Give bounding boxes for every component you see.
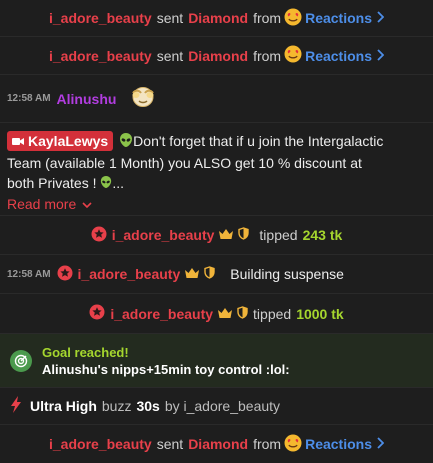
gift-notification: i_adore_beauty sent Diamond from Reactio…: [0, 37, 433, 75]
camera-icon: [12, 131, 24, 151]
gift-notification: i_adore_beauty sent Diamond from Reactio…: [0, 425, 433, 463]
crown-icon: [218, 227, 234, 243]
buzz-word: buzz: [101, 398, 132, 414]
tip-notification: i_adore_beauty tipped 1000 tk: [0, 294, 433, 334]
announcement-message: KaylaLewys Don't forget that if u join t…: [0, 123, 433, 216]
broadcaster-name: KaylaLewys: [28, 133, 109, 149]
shield-icon: [237, 305, 248, 322]
buzz-by-user: by i_adore_beauty: [164, 398, 281, 414]
gift-notification: i_adore_beauty sent Diamond from Reactio…: [0, 0, 433, 37]
user-level-badge-icon: [57, 265, 73, 284]
shield-icon: [204, 266, 215, 282]
tip-notification: i_adore_beauty tipped 243 tk: [0, 216, 433, 255]
read-more-button[interactable]: Read more: [7, 194, 92, 214]
chevron-down-icon: [82, 194, 92, 214]
broadcaster-badge[interactable]: KaylaLewys: [7, 131, 114, 151]
heart-eyes-emoji-icon: [284, 45, 302, 66]
gift-from: from: [253, 10, 282, 26]
goal-reached-notification: Goal reached! Alinushu's nipps+15min toy…: [0, 334, 433, 388]
crown-icon: [184, 266, 200, 282]
buzz-notification: Ultra High buzz 30s by i_adore_beauty: [0, 388, 433, 425]
chevron-right-icon[interactable]: [376, 10, 385, 26]
chat-feed: i_adore_beauty sent Diamond from Reactio…: [0, 0, 433, 463]
message-line-3: both Privates !: [7, 174, 97, 191]
gift-from: from: [253, 47, 282, 64]
reactions-link[interactable]: Reactions: [305, 48, 372, 64]
username[interactable]: i_adore_beauty: [78, 266, 181, 282]
gift-from: from: [253, 436, 282, 452]
timestamp: 12:58 AM: [7, 268, 51, 280]
gift-name: Diamond: [188, 10, 249, 26]
username[interactable]: i_adore_beauty: [110, 306, 213, 322]
chat-message: 12:58 AM Alinushu: [0, 75, 433, 123]
username[interactable]: i_adore_beauty: [49, 10, 152, 26]
tip-amount: 1000 tk: [296, 305, 344, 322]
goal-title: Goal reached!: [42, 344, 129, 360]
username[interactable]: i_adore_beauty: [49, 436, 152, 452]
lightning-icon: [10, 396, 22, 416]
chat-message: 12:58 AM i_adore_beauty Building suspens…: [0, 255, 433, 294]
gift-verb: sent: [156, 47, 184, 64]
username[interactable]: i_adore_beauty: [49, 48, 152, 64]
alien-emoji-icon: [100, 174, 112, 194]
read-more-label: Read more: [7, 196, 77, 213]
reactions-link[interactable]: Reactions: [305, 436, 372, 452]
see-no-evil-emoji-icon: [130, 85, 156, 112]
user-level-badge-icon: [91, 226, 107, 245]
gift-name: Diamond: [188, 436, 249, 452]
buzz-level: Ultra High: [30, 398, 97, 414]
goal-target-icon: [10, 349, 32, 372]
message-text: Building suspense: [230, 266, 344, 282]
user-level-badge-icon: [89, 304, 105, 323]
username[interactable]: Alinushu: [57, 91, 117, 107]
heart-eyes-emoji-icon: [284, 434, 302, 455]
gift-verb: sent: [156, 436, 184, 452]
message-line-1: Don't forget that if u join the Intergal…: [133, 133, 384, 149]
chevron-right-icon[interactable]: [376, 436, 385, 452]
timestamp: 12:58 AM: [7, 93, 51, 104]
message-line-2: Team (available 1 Month) you ALSO get 10…: [7, 154, 362, 171]
heart-eyes-emoji-icon: [284, 8, 302, 29]
message-ellipsis: ...: [112, 174, 125, 191]
goal-description: Alinushu's nipps+15min toy control :lol:: [42, 361, 290, 377]
gift-verb: sent: [156, 10, 184, 26]
tip-verb: tipped: [253, 305, 292, 322]
shield-icon: [238, 227, 250, 243]
username[interactable]: i_adore_beauty: [112, 227, 215, 243]
buzz-duration: 30s: [136, 398, 160, 414]
alien-emoji-icon: [119, 132, 133, 153]
gift-name: Diamond: [188, 47, 249, 64]
chevron-right-icon[interactable]: [376, 48, 385, 64]
tip-verb: tipped: [259, 227, 298, 243]
crown-icon: [217, 306, 233, 322]
reactions-link[interactable]: Reactions: [305, 10, 372, 26]
tip-amount: 243 tk: [302, 227, 343, 243]
